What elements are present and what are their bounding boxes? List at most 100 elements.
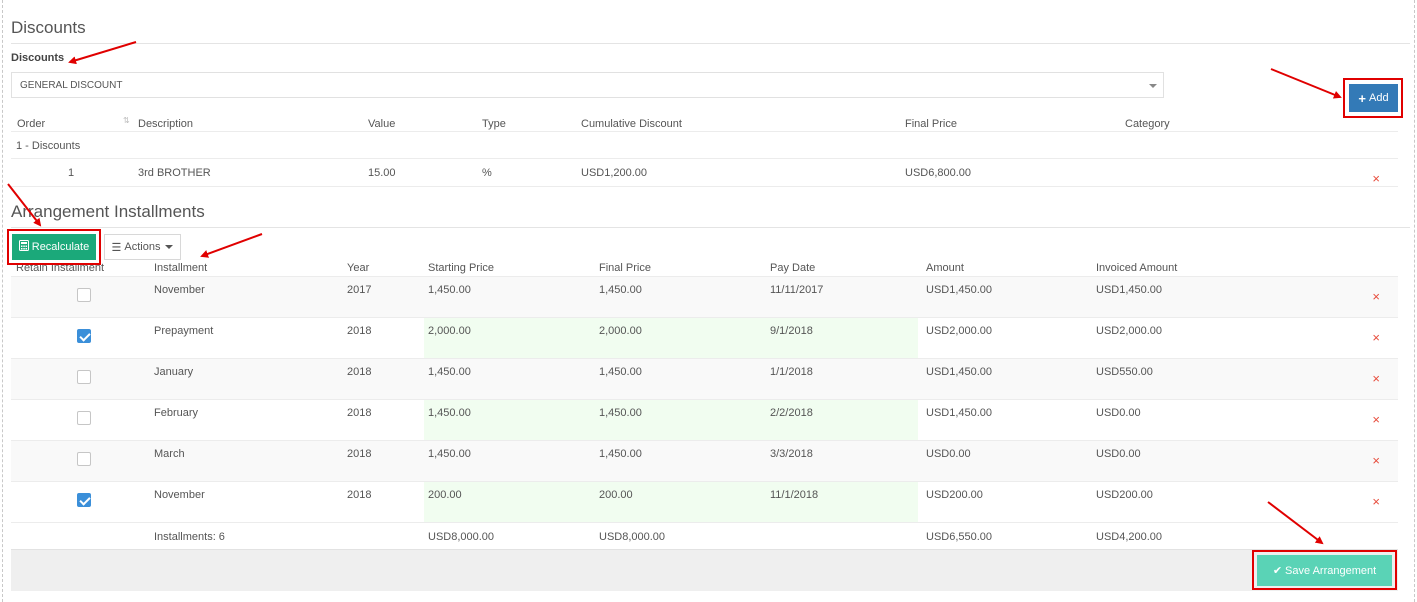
- right-frame-border: [1414, 0, 1415, 602]
- discount-order: 1: [68, 167, 75, 179]
- installment-amount: USD200.00: [926, 489, 983, 501]
- discount-cumulative: USD1,200.00: [581, 167, 648, 179]
- delete-installment-icon[interactable]: ×: [1372, 330, 1380, 345]
- actions-dropdown-button[interactable]: ☰ Actions: [104, 234, 181, 260]
- installment-final[interactable]: 1,450.00: [599, 366, 642, 378]
- arrow-to-discounts-label: [68, 41, 137, 65]
- discount-select[interactable]: GENERAL DISCOUNT: [11, 72, 1164, 98]
- retain-installment-checkbox[interactable]: [77, 493, 91, 507]
- installment-year: 2018: [347, 366, 372, 378]
- installment-starting[interactable]: 1,450.00: [428, 407, 471, 419]
- discount-group-row: 1 - Discounts: [11, 132, 1398, 159]
- retain-installment-checkbox[interactable]: [77, 329, 91, 343]
- calculator-icon: [18, 240, 29, 254]
- discounts-section-title: Discounts: [11, 18, 1410, 44]
- installment-installment: February: [154, 407, 199, 419]
- discounts-field-label: Discounts: [11, 52, 65, 64]
- installment-invoiced: USD550.00: [1096, 366, 1153, 378]
- col-description: Description: [138, 118, 194, 130]
- delete-installment-icon[interactable]: ×: [1372, 453, 1380, 468]
- installment-amount: USD2,000.00: [926, 325, 993, 337]
- arrow-to-installment-column: [200, 233, 263, 258]
- retain-installment-checkbox[interactable]: [77, 288, 91, 302]
- discount-type: %: [482, 167, 492, 179]
- installment-starting[interactable]: 1,450.00: [428, 284, 471, 296]
- totals-final: USD8,000.00: [599, 531, 666, 543]
- col-type: Type: [482, 118, 506, 130]
- installment-year: 2018: [347, 489, 372, 501]
- delete-installment-icon[interactable]: ×: [1372, 412, 1380, 427]
- installment-pay-date[interactable]: 11/11/2017: [770, 284, 823, 296]
- save-arrangement-button[interactable]: ✔ Save Arrangement: [1257, 555, 1392, 586]
- col-installment: Installment: [154, 262, 208, 274]
- delete-installment-icon[interactable]: ×: [1372, 289, 1380, 304]
- discount-final-price: USD6,800.00: [905, 167, 972, 179]
- installment-amount: USD1,450.00: [926, 366, 993, 378]
- installment-final[interactable]: 200.00: [599, 489, 633, 501]
- chevron-down-icon: [165, 245, 174, 249]
- installment-final[interactable]: 1,450.00: [599, 407, 642, 419]
- installment-installment: Prepayment: [154, 325, 214, 337]
- recalculate-button[interactable]: Recalculate: [12, 234, 96, 260]
- installment-starting[interactable]: 1,450.00: [428, 366, 471, 378]
- installment-final[interactable]: 1,450.00: [599, 284, 642, 296]
- col-year: Year: [347, 262, 370, 274]
- col-final-price: Final Price: [905, 118, 957, 130]
- delete-installment-icon[interactable]: ×: [1372, 494, 1380, 509]
- footer-bar: [11, 549, 1398, 591]
- table-row: 1 3rd BROTHER 15.00 % USD1,200.00 USD6,8…: [11, 159, 1398, 187]
- installment-installment: March: [154, 448, 185, 460]
- col-amount: Amount: [926, 262, 964, 274]
- recalculate-label: Recalculate: [31, 241, 90, 253]
- list-icon: ☰: [111, 241, 122, 254]
- discount-group-label: 1 - Discounts: [16, 140, 81, 152]
- installment-final[interactable]: 2,000.00: [599, 325, 642, 337]
- installment-installment: January: [154, 366, 194, 378]
- retain-installment-checkbox[interactable]: [77, 370, 91, 384]
- installment-amount: USD1,450.00: [926, 284, 993, 296]
- add-discount-button[interactable]: + Add: [1349, 84, 1398, 112]
- installment-pay-date[interactable]: 3/3/2018: [770, 448, 813, 460]
- totals-amount: USD6,550.00: [926, 531, 993, 543]
- left-frame-border: [2, 0, 3, 602]
- installment-final[interactable]: 1,450.00: [599, 448, 642, 460]
- col-pay-date: Pay Date: [770, 262, 816, 274]
- sort-icon[interactable]: ⇅: [123, 116, 130, 125]
- installment-starting[interactable]: 1,450.00: [428, 448, 471, 460]
- installments-table: Retain Installment Installment Year Star…: [11, 261, 1398, 549]
- delete-installment-icon[interactable]: ×: [1372, 371, 1380, 386]
- installment-installment: November: [154, 284, 205, 296]
- installment-starting[interactable]: 200.00: [428, 489, 462, 501]
- installment-pay-date[interactable]: 1/1/2018: [770, 366, 813, 378]
- actions-label: Actions: [124, 241, 161, 253]
- installment-amount: USD0.00: [926, 448, 971, 460]
- col-value: Value: [368, 118, 396, 130]
- installment-pay-date[interactable]: 11/1/2018: [770, 489, 818, 501]
- installments-totals-row: Installments: 6 USD8,000.00 USD8,000.00 …: [11, 523, 1398, 549]
- installment-invoiced: USD1,450.00: [1096, 284, 1163, 296]
- discounts-table-header: Order ⇅ Description Value Type Cumulativ…: [11, 112, 1398, 132]
- delete-discount-icon[interactable]: ×: [1372, 171, 1380, 186]
- retain-installment-checkbox[interactable]: [77, 452, 91, 466]
- installment-invoiced: USD2,000.00: [1096, 325, 1163, 337]
- add-discount-label: Add: [1369, 92, 1389, 104]
- table-row: February 2018 1,450.00 1,450.00 2/2/2018 USD1…: [11, 400, 1398, 441]
- installment-year: 2018: [347, 325, 372, 337]
- installment-pay-date[interactable]: 2/2/2018: [770, 407, 813, 419]
- installment-amount: USD1,450.00: [926, 407, 993, 419]
- col-retain-installment: Retain Installment: [16, 262, 105, 274]
- totals-invoiced: USD4,200.00: [1096, 531, 1163, 543]
- col-starting-price: Starting Price: [428, 262, 495, 274]
- col-category: Category: [1125, 118, 1170, 130]
- table-row: November 2018 200.00 200.00 11/1/2018 USD200.…: [11, 482, 1398, 523]
- installment-year: 2017: [347, 284, 372, 296]
- discount-value: 15.00: [368, 167, 396, 179]
- retain-installment-checkbox[interactable]: [77, 411, 91, 425]
- arrow-to-add-button: [1270, 68, 1342, 99]
- col-final-price: Final Price: [599, 262, 651, 274]
- discount-select-value: GENERAL DISCOUNT: [20, 80, 123, 91]
- installment-pay-date[interactable]: 9/1/2018: [770, 325, 813, 337]
- col-invoiced-amount: Invoiced Amount: [1096, 262, 1178, 274]
- installment-invoiced: USD0.00: [1096, 407, 1141, 419]
- installment-starting[interactable]: 2,000.00: [428, 325, 471, 337]
